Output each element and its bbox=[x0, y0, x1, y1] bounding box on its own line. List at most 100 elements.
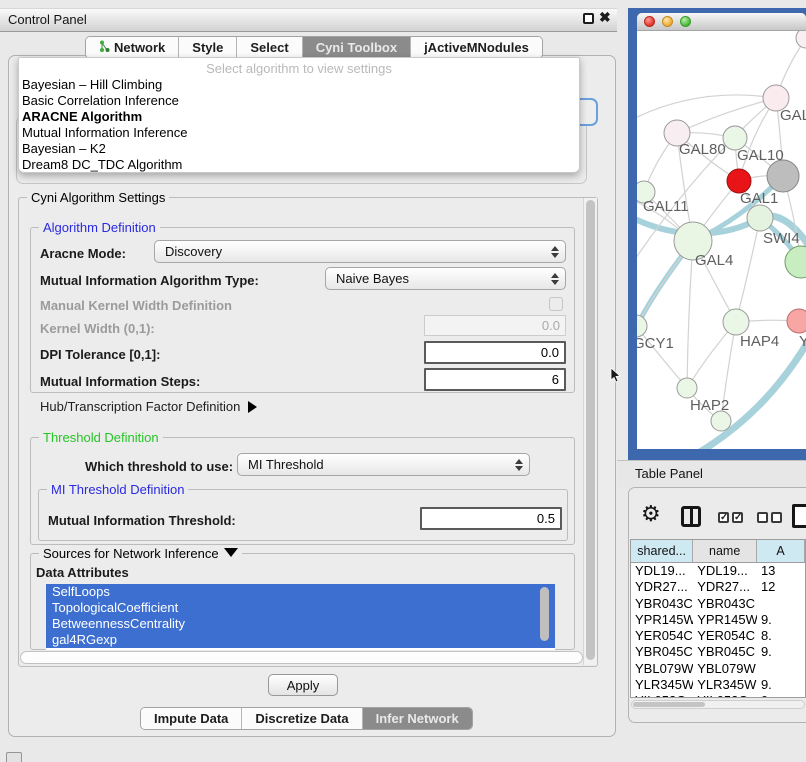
tab-cyni-toolbox[interactable]: Cyni Toolbox bbox=[303, 37, 411, 58]
unchecked-checkbox-icon[interactable] bbox=[757, 512, 768, 523]
aracne-mode-label: Aracne Mode: bbox=[40, 246, 126, 261]
mouse-cursor bbox=[610, 368, 622, 384]
tab-network[interactable]: Network bbox=[86, 37, 179, 58]
columns-icon[interactable] bbox=[681, 506, 701, 527]
network-window: GALGAL80GAL10GAL1GAL11SWI4GAL4GCY1HAP4YH… bbox=[637, 13, 806, 449]
table-cell: YLR345W bbox=[693, 677, 757, 693]
tab-label: Cyni Toolbox bbox=[316, 40, 397, 55]
node-top-partial[interactable] bbox=[796, 31, 806, 48]
settings-horizontal-scrollbar[interactable] bbox=[20, 651, 583, 664]
minimize-window-icon[interactable] bbox=[662, 16, 673, 27]
network-edge[interactable] bbox=[687, 241, 693, 388]
node-gcy1[interactable] bbox=[637, 315, 647, 337]
network-edge[interactable] bbox=[677, 98, 776, 133]
node-salmon[interactable] bbox=[787, 309, 806, 333]
node-label: GAL4 bbox=[695, 252, 733, 269]
expanded-arrow-icon bbox=[224, 548, 238, 557]
node-big-green[interactable] bbox=[785, 246, 806, 278]
apply-button[interactable]: Apply bbox=[268, 674, 338, 696]
manual-kernel-checkbox[interactable] bbox=[549, 297, 563, 311]
attribute-list-item[interactable]: TopologicalCoefficient bbox=[46, 600, 555, 616]
table-horizontal-scrollbar[interactable] bbox=[631, 700, 805, 709]
network-edge[interactable] bbox=[736, 218, 760, 322]
new-table-icon[interactable] bbox=[792, 504, 806, 528]
algorithm-option[interactable]: Basic Correlation Inference bbox=[19, 93, 579, 109]
node-label: GAL11 bbox=[643, 198, 689, 215]
checked-checkbox-icon[interactable]: ✓ bbox=[718, 512, 729, 523]
tab-label: Infer Network bbox=[376, 711, 459, 726]
node-gray[interactable] bbox=[767, 160, 799, 192]
algorithm-option[interactable]: Bayesian – K2 bbox=[19, 141, 579, 157]
dropdown-placeholder: Select algorithm to view settings bbox=[19, 60, 579, 77]
column-header[interactable]: shared... bbox=[631, 540, 693, 562]
table-cell bbox=[757, 661, 805, 677]
kernel-width-field[interactable]: 0.0 bbox=[424, 315, 566, 336]
table-row[interactable]: YLR345WYLR345W9. bbox=[631, 677, 805, 693]
table-cell: YDR27... bbox=[693, 579, 757, 595]
algorithm-option[interactable]: Dream8 DC_TDC Algorithm bbox=[19, 157, 579, 173]
unchecked-checkbox-icon[interactable] bbox=[771, 512, 782, 523]
float-panel-icon[interactable] bbox=[583, 13, 594, 24]
node-label: GAL80 bbox=[679, 141, 726, 158]
tab-impute-data[interactable]: Impute Data bbox=[141, 708, 242, 729]
hub-definition-disclosure[interactable]: Hub/Transcription Factor Definition bbox=[40, 399, 257, 414]
table-row[interactable]: YDL19...YDL19...13 bbox=[631, 563, 805, 579]
tab-jactivemnodules[interactable]: jActiveMNodules bbox=[411, 37, 542, 58]
table-row[interactable]: YBR045CYBR045C9. bbox=[631, 644, 805, 660]
attribute-list-item[interactable]: gal4RGexp bbox=[46, 632, 555, 648]
table-row[interactable]: YBR043CYBR043C bbox=[631, 596, 805, 612]
attribute-list-item[interactable]: BetweennessCentrality bbox=[46, 616, 555, 632]
which-threshold-combo[interactable]: MI Threshold bbox=[237, 453, 530, 476]
dpi-tolerance-field[interactable]: 0.0 bbox=[424, 341, 566, 364]
aracne-mode-combo[interactable]: Discovery bbox=[154, 240, 566, 263]
algorithm-option[interactable]: Mutual Information Inference bbox=[19, 125, 579, 141]
node-label: HAP2 bbox=[690, 397, 729, 414]
mi-type-value: Naive Bayes bbox=[336, 271, 547, 286]
checked-checkbox-icon[interactable]: ✓ bbox=[732, 512, 743, 523]
network-canvas[interactable]: GALGAL80GAL10GAL1GAL11SWI4GAL4GCY1HAP4YH… bbox=[637, 31, 806, 449]
zoom-window-icon[interactable] bbox=[680, 16, 691, 27]
node-label: GCY1 bbox=[637, 335, 674, 352]
table-cell: 9. bbox=[757, 612, 805, 628]
node-bottom[interactable] bbox=[711, 411, 731, 431]
node-hap4[interactable] bbox=[723, 309, 749, 335]
node-label: SWI4 bbox=[763, 230, 800, 247]
table-row[interactable]: YIL052CYIL052C9. bbox=[631, 693, 805, 698]
table-cell: YBL079W bbox=[631, 661, 693, 677]
hub-definition-label: Hub/Transcription Factor Definition bbox=[40, 399, 240, 414]
mi-steps-field[interactable]: 6 bbox=[424, 368, 566, 391]
tab-style[interactable]: Style bbox=[179, 37, 237, 58]
mi-type-combo[interactable]: Naive Bayes bbox=[325, 267, 566, 290]
close-window-icon[interactable] bbox=[644, 16, 655, 27]
tab-discretize-data[interactable]: Discretize Data bbox=[242, 708, 362, 729]
close-panel-icon[interactable]: ✖ bbox=[599, 9, 611, 26]
column-header[interactable]: A bbox=[757, 540, 805, 562]
attribute-list-item[interactable]: SelfLoops bbox=[46, 584, 555, 600]
algorithm-option[interactable]: ARACNE Algorithm bbox=[19, 109, 579, 125]
mi-threshold-field[interactable]: 0.5 bbox=[420, 507, 562, 530]
table-row[interactable]: YDR27...YDR27...12 bbox=[631, 579, 805, 595]
bottom-left-window-icon[interactable] bbox=[6, 752, 22, 762]
network-window-titlebar[interactable] bbox=[637, 13, 806, 31]
settings-vertical-scrollbar[interactable] bbox=[583, 198, 597, 665]
kernel-width-label: Kernel Width (0,1): bbox=[40, 321, 155, 336]
column-header[interactable]: name bbox=[693, 540, 757, 562]
sources-title[interactable]: Sources for Network Inference bbox=[39, 546, 242, 561]
tab-infer-network[interactable]: Infer Network bbox=[363, 708, 472, 729]
table-row[interactable]: YPR145WYPR145W9. bbox=[631, 612, 805, 628]
node-swi4[interactable] bbox=[747, 205, 773, 231]
table-cell: 12 bbox=[757, 579, 805, 595]
table-cell: YLR345W bbox=[631, 677, 693, 693]
table-panel-title: Table Panel bbox=[635, 466, 703, 481]
stepper-arrows-icon bbox=[547, 246, 565, 258]
node-hap2[interactable] bbox=[677, 378, 697, 398]
table-row[interactable]: YBL079WYBL079W bbox=[631, 661, 805, 677]
gear-icon[interactable]: ⚙ bbox=[641, 503, 661, 525]
table-cell: YPR145W bbox=[693, 612, 757, 628]
table-row[interactable]: YER054CYER054C8. bbox=[631, 628, 805, 644]
collapsed-arrow-icon bbox=[248, 401, 257, 413]
table-cell: YIL052C bbox=[693, 693, 757, 698]
algorithm-option[interactable]: Bayesian – Hill Climbing bbox=[19, 77, 579, 93]
attributes-list-scrollbar[interactable] bbox=[540, 587, 549, 641]
tab-select[interactable]: Select bbox=[237, 37, 302, 58]
